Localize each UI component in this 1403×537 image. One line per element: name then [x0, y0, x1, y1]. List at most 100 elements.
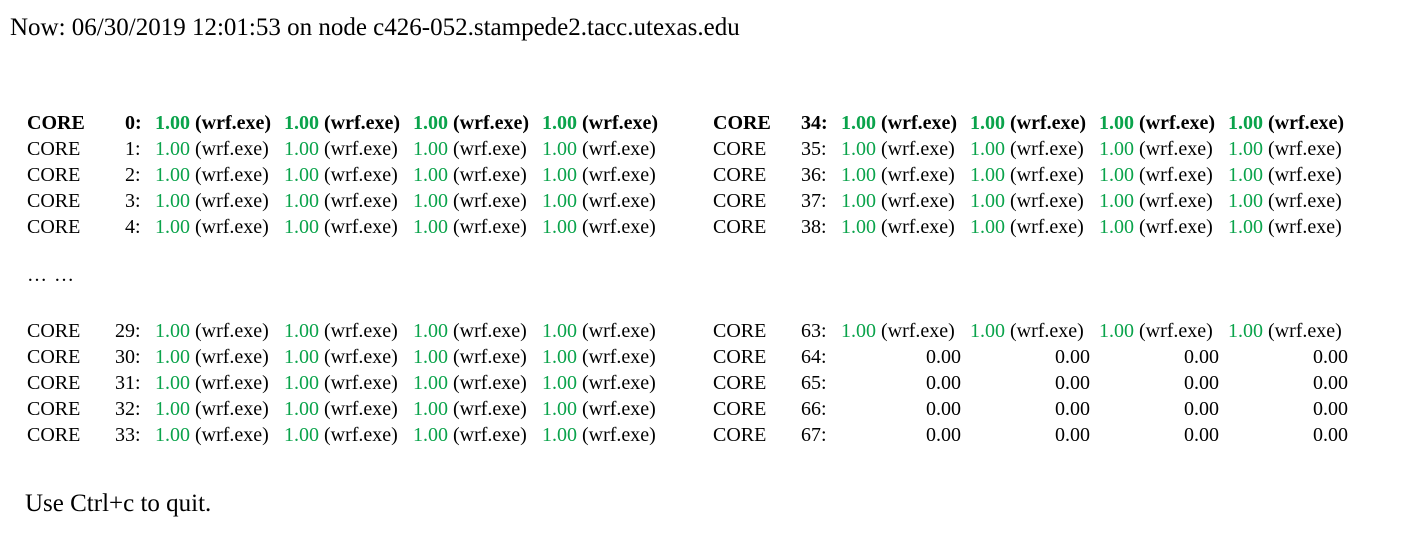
process-name: (wrf.exe)	[1263, 216, 1342, 238]
core-cell-active: 1.00 (wrf.exe)	[1228, 136, 1357, 162]
load-value: 1.00	[970, 112, 1005, 134]
core-cell-active: 1.00 (wrf.exe)	[542, 396, 671, 422]
core-cell-active: 1.00 (wrf.exe)	[841, 136, 970, 162]
core-row[interactable]: CORE 32: 1.00 (wrf.exe) 1.00 (wrf.exe) 1.00 …	[27, 396, 671, 422]
core-cell-active: 1.00 (wrf.exe)	[155, 162, 284, 188]
core-cell-active: 1.00 (wrf.exe)	[413, 344, 542, 370]
process-name: (wrf.exe)	[319, 164, 398, 186]
process-name: (wrf.exe)	[190, 372, 269, 394]
load-value: 1.00	[542, 190, 577, 212]
core-cell-active: 1.00 (wrf.exe)	[1099, 318, 1228, 344]
core-row[interactable]: CORE 66: 0.00 0.00 0.00 0.00	[713, 396, 1357, 422]
core-cell-idle: 0.00	[1228, 370, 1357, 396]
core-row[interactable]: CORE 30: 1.00 (wrf.exe) 1.00 (wrf.exe) 1.00 …	[27, 344, 671, 370]
core-row[interactable]: CORE 31: 1.00 (wrf.exe) 1.00 (wrf.exe) 1.00 …	[27, 370, 671, 396]
core-row[interactable]: CORE 33: 1.00 (wrf.exe) 1.00 (wrf.exe) 1.00 …	[27, 422, 671, 448]
core-row[interactable]: CORE 64: 0.00 0.00 0.00 0.00	[713, 344, 1357, 370]
load-value: 1.00	[841, 138, 876, 160]
core-row[interactable]: CORE 36: 1.00 (wrf.exe) 1.00 (wrf.exe) 1.00 …	[713, 162, 1357, 188]
core-index: 2	[125, 164, 135, 186]
core-label: CORE	[27, 190, 81, 212]
core-index: 64	[801, 346, 821, 368]
core-row[interactable]: CORE 3: 1.00 (wrf.exe) 1.00 (wrf.exe) 1.00 (…	[27, 188, 671, 214]
process-name: (wrf.exe)	[1134, 112, 1216, 134]
core-values: 1.00 (wrf.exe) 1.00 (wrf.exe) 1.00 (wrf.ex…	[155, 422, 671, 448]
core-cell-active: 1.00 (wrf.exe)	[284, 396, 413, 422]
load-value: 1.00	[542, 216, 577, 238]
core-cell-idle: 0.00	[1099, 396, 1228, 422]
process-name: (wrf.exe)	[1263, 164, 1342, 186]
core-row[interactable]: CORE 0: 1.00 (wrf.exe) 1.00 (wrf.exe) 1.00 (…	[27, 110, 671, 136]
core-index: 29	[115, 320, 135, 342]
load-value: 1.00	[1228, 112, 1263, 134]
process-name: (wrf.exe)	[577, 424, 656, 446]
core-cell-active: 1.00 (wrf.exe)	[542, 214, 671, 240]
core-values: 1.00 (wrf.exe) 1.00 (wrf.exe) 1.00 (wrf.ex…	[155, 188, 671, 214]
process-name: (wrf.exe)	[1263, 138, 1342, 160]
core-row[interactable]: CORE 34: 1.00 (wrf.exe) 1.00 (wrf.exe) 1.00 …	[713, 110, 1357, 136]
process-name: (wrf.exe)	[876, 216, 955, 238]
load-value: 0.00	[1055, 398, 1090, 420]
core-values: 1.00 (wrf.exe) 1.00 (wrf.exe) 1.00 (wrf.ex…	[155, 110, 671, 136]
load-value: 0.00	[1184, 372, 1219, 394]
core-row[interactable]: CORE 1: 1.00 (wrf.exe) 1.00 (wrf.exe) 1.00 (…	[27, 136, 671, 162]
process-name: (wrf.exe)	[448, 164, 527, 186]
core-index: 63	[801, 320, 821, 342]
core-cell-active: 1.00 (wrf.exe)	[284, 214, 413, 240]
load-value: 1.00	[413, 112, 448, 134]
core-row[interactable]: CORE 65: 0.00 0.00 0.00 0.00	[713, 370, 1357, 396]
core-cell-idle: 0.00	[841, 370, 970, 396]
core-cell-active: 1.00 (wrf.exe)	[1099, 136, 1228, 162]
core-cell-active: 1.00 (wrf.exe)	[542, 318, 671, 344]
core-label: CORE	[713, 164, 767, 186]
core-cell-active: 1.00 (wrf.exe)	[841, 318, 970, 344]
core-values: 0.00 0.00 0.00 0.00	[841, 422, 1357, 448]
core-cell-idle: 0.00	[1228, 344, 1357, 370]
core-values: 1.00 (wrf.exe) 1.00 (wrf.exe) 1.00 (wrf.ex…	[155, 396, 671, 422]
process-name: (wrf.exe)	[319, 346, 398, 368]
core-cell-active: 1.00 (wrf.exe)	[970, 162, 1099, 188]
core-colon: :	[135, 216, 141, 238]
load-value: 0.00	[1055, 372, 1090, 394]
load-value: 0.00	[926, 398, 961, 420]
core-row[interactable]: CORE 63: 1.00 (wrf.exe) 1.00 (wrf.exe) 1.00 …	[713, 318, 1357, 344]
core-cell-idle: 0.00	[970, 344, 1099, 370]
core-row[interactable]: CORE 37: 1.00 (wrf.exe) 1.00 (wrf.exe) 1.00 …	[713, 188, 1357, 214]
core-index: 3	[125, 190, 135, 212]
core-cell-active: 1.00 (wrf.exe)	[1099, 188, 1228, 214]
ellipsis-separator: … …	[27, 264, 75, 286]
process-name: (wrf.exe)	[577, 398, 656, 420]
core-cell-active: 1.00 (wrf.exe)	[413, 214, 542, 240]
load-value: 1.00	[970, 164, 1005, 186]
process-name: (wrf.exe)	[190, 138, 269, 160]
core-cell-active: 1.00 (wrf.exe)	[1228, 110, 1357, 136]
process-name: (wrf.exe)	[577, 190, 656, 212]
process-name: (wrf.exe)	[190, 190, 269, 212]
core-cell-active: 1.00 (wrf.exe)	[1099, 162, 1228, 188]
core-label: CORE	[27, 138, 81, 160]
load-value: 1.00	[1228, 216, 1263, 238]
load-value: 0.00	[926, 346, 961, 368]
core-cell-active: 1.00 (wrf.exe)	[155, 188, 284, 214]
core-row[interactable]: CORE 38: 1.00 (wrf.exe) 1.00 (wrf.exe) 1.00 …	[713, 214, 1357, 240]
core-row[interactable]: CORE 29: 1.00 (wrf.exe) 1.00 (wrf.exe) 1.00 …	[27, 318, 671, 344]
process-name: (wrf.exe)	[1134, 320, 1213, 342]
core-index: 65	[801, 372, 821, 394]
core-row[interactable]: CORE 67: 0.00 0.00 0.00 0.00	[713, 422, 1357, 448]
core-row[interactable]: CORE 4: 1.00 (wrf.exe) 1.00 (wrf.exe) 1.00 (…	[27, 214, 671, 240]
load-value: 1.00	[155, 190, 190, 212]
core-row[interactable]: CORE 35: 1.00 (wrf.exe) 1.00 (wrf.exe) 1.00 …	[713, 136, 1357, 162]
core-colon: :	[135, 346, 141, 368]
process-name: (wrf.exe)	[876, 138, 955, 160]
load-value: 1.00	[542, 164, 577, 186]
load-value: 1.00	[284, 372, 319, 394]
core-cell-active: 1.00 (wrf.exe)	[1099, 214, 1228, 240]
process-name: (wrf.exe)	[448, 372, 527, 394]
core-index: 66	[801, 398, 821, 420]
process-name: (wrf.exe)	[1005, 216, 1084, 238]
core-cell-idle: 0.00	[841, 344, 970, 370]
process-name: (wrf.exe)	[1134, 138, 1213, 160]
core-row[interactable]: CORE 2: 1.00 (wrf.exe) 1.00 (wrf.exe) 1.00 (…	[27, 162, 671, 188]
process-name: (wrf.exe)	[1005, 138, 1084, 160]
core-cell-active: 1.00 (wrf.exe)	[542, 136, 671, 162]
